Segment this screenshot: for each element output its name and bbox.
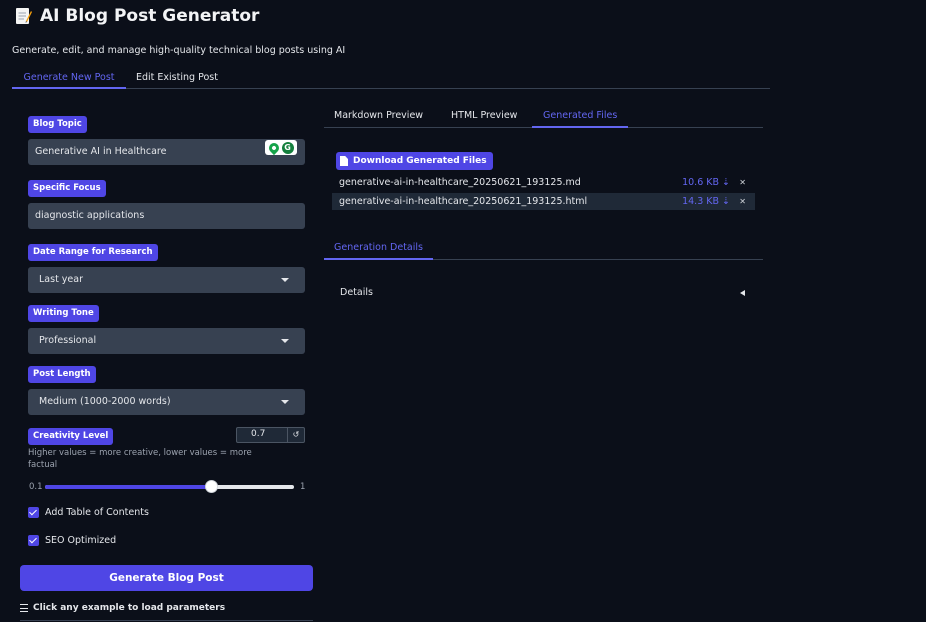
- specific-focus-input[interactable]: diagnostic applications: [28, 203, 305, 229]
- list-icon: [20, 604, 28, 612]
- examples-hint: Click any example to load parameters: [20, 603, 225, 613]
- blog-topic-value: Generative AI in Healthcare: [35, 146, 167, 157]
- post-length-select[interactable]: Medium (1000-2000 words): [28, 389, 305, 415]
- creativity-number-input[interactable]: 0.7 ↺: [236, 427, 305, 443]
- writing-tone-label: Writing Tone: [28, 305, 99, 322]
- app-title-text: AI Blog Post Generator: [40, 6, 260, 26]
- writing-tone-value: Professional: [39, 335, 97, 346]
- file-row[interactable]: generative-ai-in-healthcare_20250621_193…: [332, 174, 755, 191]
- slider-min-label: 0.1: [29, 482, 43, 492]
- creativity-hint: Higher values = more creative, lower val…: [28, 448, 252, 470]
- creativity-value: 0.7: [251, 429, 266, 439]
- app-title: AI Blog Post Generator: [14, 6, 259, 26]
- tab-markdown-preview[interactable]: Markdown Preview: [334, 107, 423, 128]
- close-icon[interactable]: ✕: [739, 193, 746, 210]
- examples-hint-text: Click any example to load parameters: [33, 603, 226, 613]
- tab-generate-new-post[interactable]: Generate New Post: [12, 68, 126, 89]
- close-icon[interactable]: ✕: [739, 174, 746, 191]
- tab-html-preview[interactable]: HTML Preview: [451, 107, 517, 128]
- creativity-slider-fill: [45, 485, 211, 489]
- divider: [20, 620, 313, 621]
- post-length-value: Medium (1000-2000 words): [39, 396, 171, 407]
- blog-topic-input[interactable]: Generative AI in Healthcare G: [28, 139, 305, 165]
- generate-blog-post-button[interactable]: Generate Blog Post: [20, 565, 313, 591]
- file-name[interactable]: generative-ai-in-healthcare_20250621_193…: [339, 174, 581, 191]
- grammar-extension-icon[interactable]: G: [265, 140, 297, 155]
- file-name[interactable]: generative-ai-in-healthcare_20250621_193…: [339, 193, 587, 210]
- file-icon: [340, 156, 348, 166]
- toc-checkbox[interactable]: [28, 507, 39, 518]
- chevron-down-icon: [281, 400, 289, 404]
- details-accordion[interactable]: Details: [340, 287, 745, 298]
- tab-generation-details[interactable]: Generation Details: [324, 240, 433, 260]
- seo-label: SEO Optimized: [45, 535, 117, 546]
- file-size[interactable]: 14.3 KB ⇣: [682, 193, 730, 210]
- file-size[interactable]: 10.6 KB ⇣: [682, 174, 730, 191]
- specific-focus-label: Specific Focus: [28, 180, 106, 197]
- toc-checkbox-row[interactable]: Add Table of Contents: [28, 507, 149, 518]
- seo-checkbox-row[interactable]: SEO Optimized: [28, 535, 116, 546]
- reset-icon[interactable]: ↺: [287, 428, 304, 442]
- date-range-select[interactable]: Last year: [28, 267, 305, 293]
- app-subtitle: Generate, edit, and manage high-quality …: [12, 45, 346, 56]
- chevron-down-icon: [281, 339, 289, 343]
- seo-checkbox[interactable]: [28, 535, 39, 546]
- chevron-down-icon: [281, 278, 289, 282]
- post-length-label: Post Length: [28, 366, 96, 383]
- download-files-text: Download Generated Files: [353, 156, 487, 166]
- date-range-label: Date Range for Research: [28, 244, 158, 261]
- tab-generated-files[interactable]: Generated Files: [532, 107, 629, 128]
- caret-left-icon: [740, 290, 745, 296]
- details-accordion-label: Details: [340, 287, 373, 298]
- file-row[interactable]: generative-ai-in-healthcare_20250621_193…: [332, 193, 755, 210]
- grammarly-icon: G: [281, 141, 294, 154]
- output-tab-bar: Markdown Preview HTML Preview Generated …: [324, 107, 763, 128]
- date-range-value: Last year: [39, 274, 84, 285]
- toc-label: Add Table of Contents: [45, 507, 149, 518]
- writing-tone-select[interactable]: Professional: [28, 328, 305, 354]
- main-tab-bar: Generate New Post Edit Existing Post: [12, 68, 770, 89]
- creativity-level-label: Creativity Level: [28, 428, 114, 445]
- creativity-slider-thumb[interactable]: [204, 480, 218, 493]
- memo-icon: [14, 7, 32, 25]
- tab-edit-existing-post[interactable]: Edit Existing Post: [136, 68, 218, 89]
- blog-topic-label: Blog Topic: [28, 116, 87, 133]
- download-files-label: Download Generated Files: [336, 152, 493, 170]
- details-tab-bar: Generation Details: [324, 240, 763, 260]
- slider-max-label: 1: [300, 482, 306, 492]
- location-pin-icon: [266, 140, 281, 155]
